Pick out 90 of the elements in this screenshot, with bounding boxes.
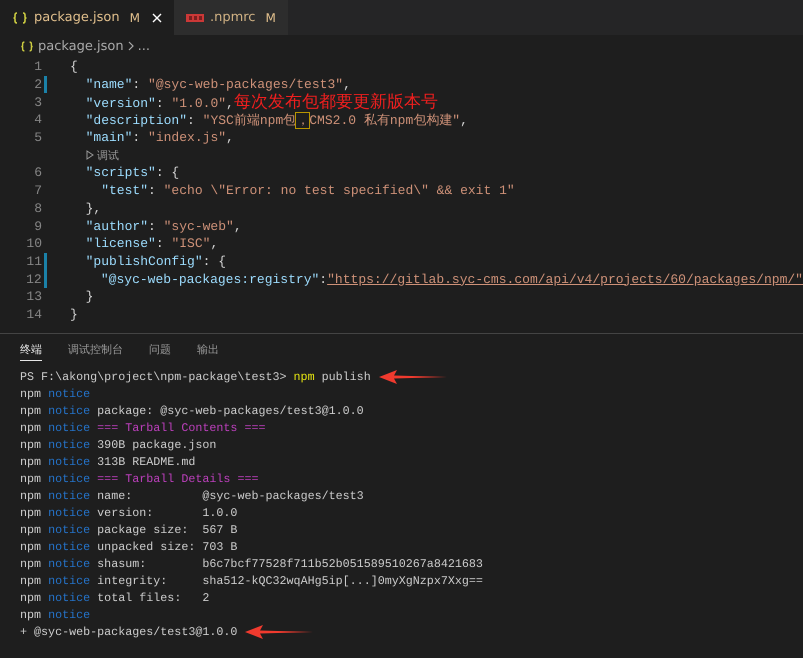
code-text: , xyxy=(234,218,242,234)
line-number: 7 xyxy=(33,183,42,198)
line-number: 4 xyxy=(33,112,42,128)
terminal-line: npm notice name: @syc-web-packages/test3 xyxy=(20,488,364,503)
terminal-line: npm notice 390B package.json xyxy=(20,438,216,452)
line-number: 1 xyxy=(33,59,42,74)
code-text: : { xyxy=(202,254,226,269)
line-number: 12 xyxy=(25,272,42,287)
terminal-line: npm notice package: @syc-web-packages/test3@1.0.0 xyxy=(20,404,364,418)
terminal-line: npm notice shasum: b6c7bcf77528f711b52b051589510267a8421683 xyxy=(20,556,483,571)
terminal-line: npm notice 313B README.md xyxy=(20,454,196,469)
code-text: : { xyxy=(156,165,180,180)
breadcrumb-item[interactable]: package.json xyxy=(38,38,124,54)
code-text: "scripts" xyxy=(84,165,156,180)
terminal-line: npm notice === Tarball Details === xyxy=(20,472,258,486)
line-number: 8 xyxy=(33,200,42,216)
npm-file-icon xyxy=(186,14,204,22)
code-text: { xyxy=(70,59,78,74)
code-text: }, xyxy=(84,200,102,216)
code-text: : xyxy=(156,96,165,111)
code-text: "publishConfig" xyxy=(84,254,203,269)
code-text: : xyxy=(187,112,196,128)
code-text: , xyxy=(210,236,218,252)
code-text: : xyxy=(319,272,328,287)
code-text: "@syc-web-packages/test3" xyxy=(148,77,344,92)
code-text: "license" xyxy=(84,236,156,252)
tab-label: package.json xyxy=(34,10,120,25)
terminal-line: npm notice unpacked size: 703 B xyxy=(20,540,238,554)
panel-tab[interactable]: 调试控制台 xyxy=(68,342,123,360)
line-number: 14 xyxy=(25,306,42,322)
json-file-icon xyxy=(20,40,34,52)
code-text: } xyxy=(84,289,94,304)
code-text: CMS2.0 私有npm包构建" xyxy=(309,112,460,128)
code-text: : xyxy=(156,236,165,252)
code-text: , xyxy=(460,112,468,128)
code-text: , xyxy=(226,96,234,111)
line-number: 3 xyxy=(33,94,42,110)
modified-indicator: M xyxy=(130,10,140,24)
line-number: 13 xyxy=(25,289,42,304)
close-icon[interactable] xyxy=(152,12,162,22)
annotation-text: 每次发布包都要更新版本号 xyxy=(234,92,438,112)
code-text: "syc-web" xyxy=(164,218,234,234)
code-text: : xyxy=(148,183,157,198)
terminal-line: PS F:\akong\project\npm-package\test3> npm publish xyxy=(20,370,371,384)
code-text: "author" xyxy=(84,218,148,234)
terminal-line: npm notice total files: 2 xyxy=(20,590,210,605)
code-text: "@syc-web-packages:registry" xyxy=(100,272,320,287)
code-text: : xyxy=(132,130,142,146)
terminal-line: npm notice xyxy=(20,386,90,401)
line-number: 11 xyxy=(25,254,42,269)
terminal-line: npm notice xyxy=(20,608,90,622)
terminal-line: + @syc-web-packages/test3@1.0.0 xyxy=(20,624,238,639)
breadcrumb-item[interactable]: ... xyxy=(138,38,150,54)
chevron-icon xyxy=(128,41,134,51)
code-text: "version" xyxy=(84,96,156,111)
code-text: "1.0.0" xyxy=(171,96,226,111)
json-file-icon xyxy=(12,12,28,24)
code-text: : xyxy=(148,218,157,234)
code-text: : xyxy=(132,77,142,92)
terminal-line: npm notice version: 1.0.0 xyxy=(20,506,238,520)
code-text: } xyxy=(70,306,78,322)
line-number: 9 xyxy=(33,218,42,234)
code-text: "YSC前端npm包 xyxy=(202,112,296,128)
tab-label: .npmrc xyxy=(210,10,256,25)
url-link[interactable]: "https://gitlab.syc-cms.com/api/v4/projects/60/packages/npm/" xyxy=(327,272,803,287)
line-number: 5 xyxy=(33,130,42,146)
code-text: , xyxy=(343,77,351,92)
editor-tab[interactable]: package.json M xyxy=(0,0,174,35)
line-number: 10 xyxy=(25,236,42,252)
code-text: "ISC" xyxy=(171,236,210,252)
panel-tab[interactable]: 终端 xyxy=(20,342,42,362)
code-text: "test" xyxy=(100,183,148,198)
code-text: "description" xyxy=(84,112,188,128)
terminal-line: npm notice === Tarball Contents === xyxy=(20,420,266,435)
highlighted-char: ， xyxy=(296,112,310,128)
debug-codelens[interactable]: 调试 xyxy=(70,148,119,163)
panel-tab[interactable]: 问题 xyxy=(149,342,171,360)
line-number: 2 xyxy=(33,77,42,92)
modified-indicator: M xyxy=(265,10,276,24)
panel-tab[interactable]: 输出 xyxy=(197,342,219,360)
editor-tab[interactable]: .npmrc M xyxy=(174,0,288,35)
code-text: "index.js" xyxy=(148,130,226,146)
play-icon xyxy=(86,150,94,160)
terminal-line: npm notice package size: 567 B xyxy=(20,522,238,537)
terminal-line: npm notice integrity: sha512-kQC32wqAHg5ip[...]0myXgNzpx7Xxg== xyxy=(20,574,483,588)
code-text: "main" xyxy=(84,130,132,146)
code-text: "echo \"Error: no test specified\" && exit 1" xyxy=(164,183,515,198)
code-text: , xyxy=(226,130,234,146)
code-text: "name" xyxy=(84,77,132,92)
line-number: 6 xyxy=(33,165,42,180)
